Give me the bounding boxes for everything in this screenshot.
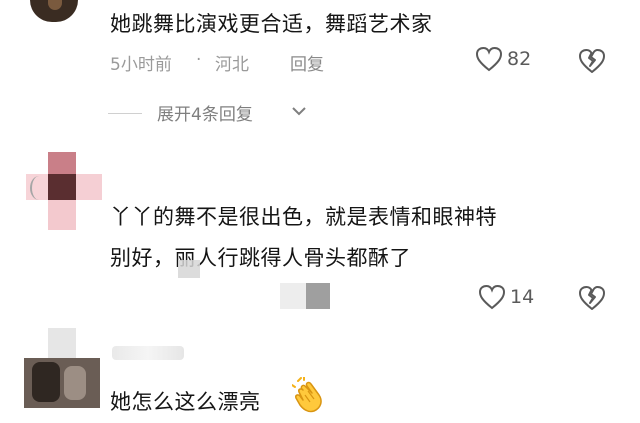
heart-outline-icon xyxy=(475,46,503,72)
comment-text-line2: 别好，丽人行跳得人骨头都酥了 xyxy=(110,246,411,270)
comment-time: 5小时前 xyxy=(110,55,172,75)
like-count: 14 xyxy=(510,286,535,308)
chevron-down-icon[interactable] xyxy=(290,104,308,118)
meta-separator: · xyxy=(196,50,202,70)
comment-text: 她跳舞比演戏更合适，舞蹈艺术家 xyxy=(110,12,433,36)
like-count: 82 xyxy=(507,48,532,70)
like-button[interactable]: 14 xyxy=(478,284,534,310)
reply-button[interactable]: 回复 xyxy=(290,50,324,75)
expand-replies-button[interactable]: 展开4条回复 xyxy=(157,100,253,125)
comment-text-line1: 丫丫的舞不是很出色，就是表情和眼神特 xyxy=(110,205,497,229)
clapping-hands-icon xyxy=(292,377,322,413)
comment-location: 河北 xyxy=(215,55,249,75)
like-button[interactable]: 82 xyxy=(475,46,531,72)
username-blurred xyxy=(112,346,184,360)
divider xyxy=(108,113,142,114)
heart-outline-icon xyxy=(478,284,506,310)
broken-heart-icon[interactable] xyxy=(578,284,606,312)
avatar[interactable] xyxy=(26,152,102,230)
comment-text: 她怎么这么漂亮 xyxy=(110,390,261,414)
mosaic-blur xyxy=(178,260,200,278)
avatar[interactable] xyxy=(24,328,100,408)
broken-heart-icon[interactable] xyxy=(578,47,606,75)
avatar[interactable] xyxy=(30,0,78,22)
mosaic-blur xyxy=(280,283,330,309)
